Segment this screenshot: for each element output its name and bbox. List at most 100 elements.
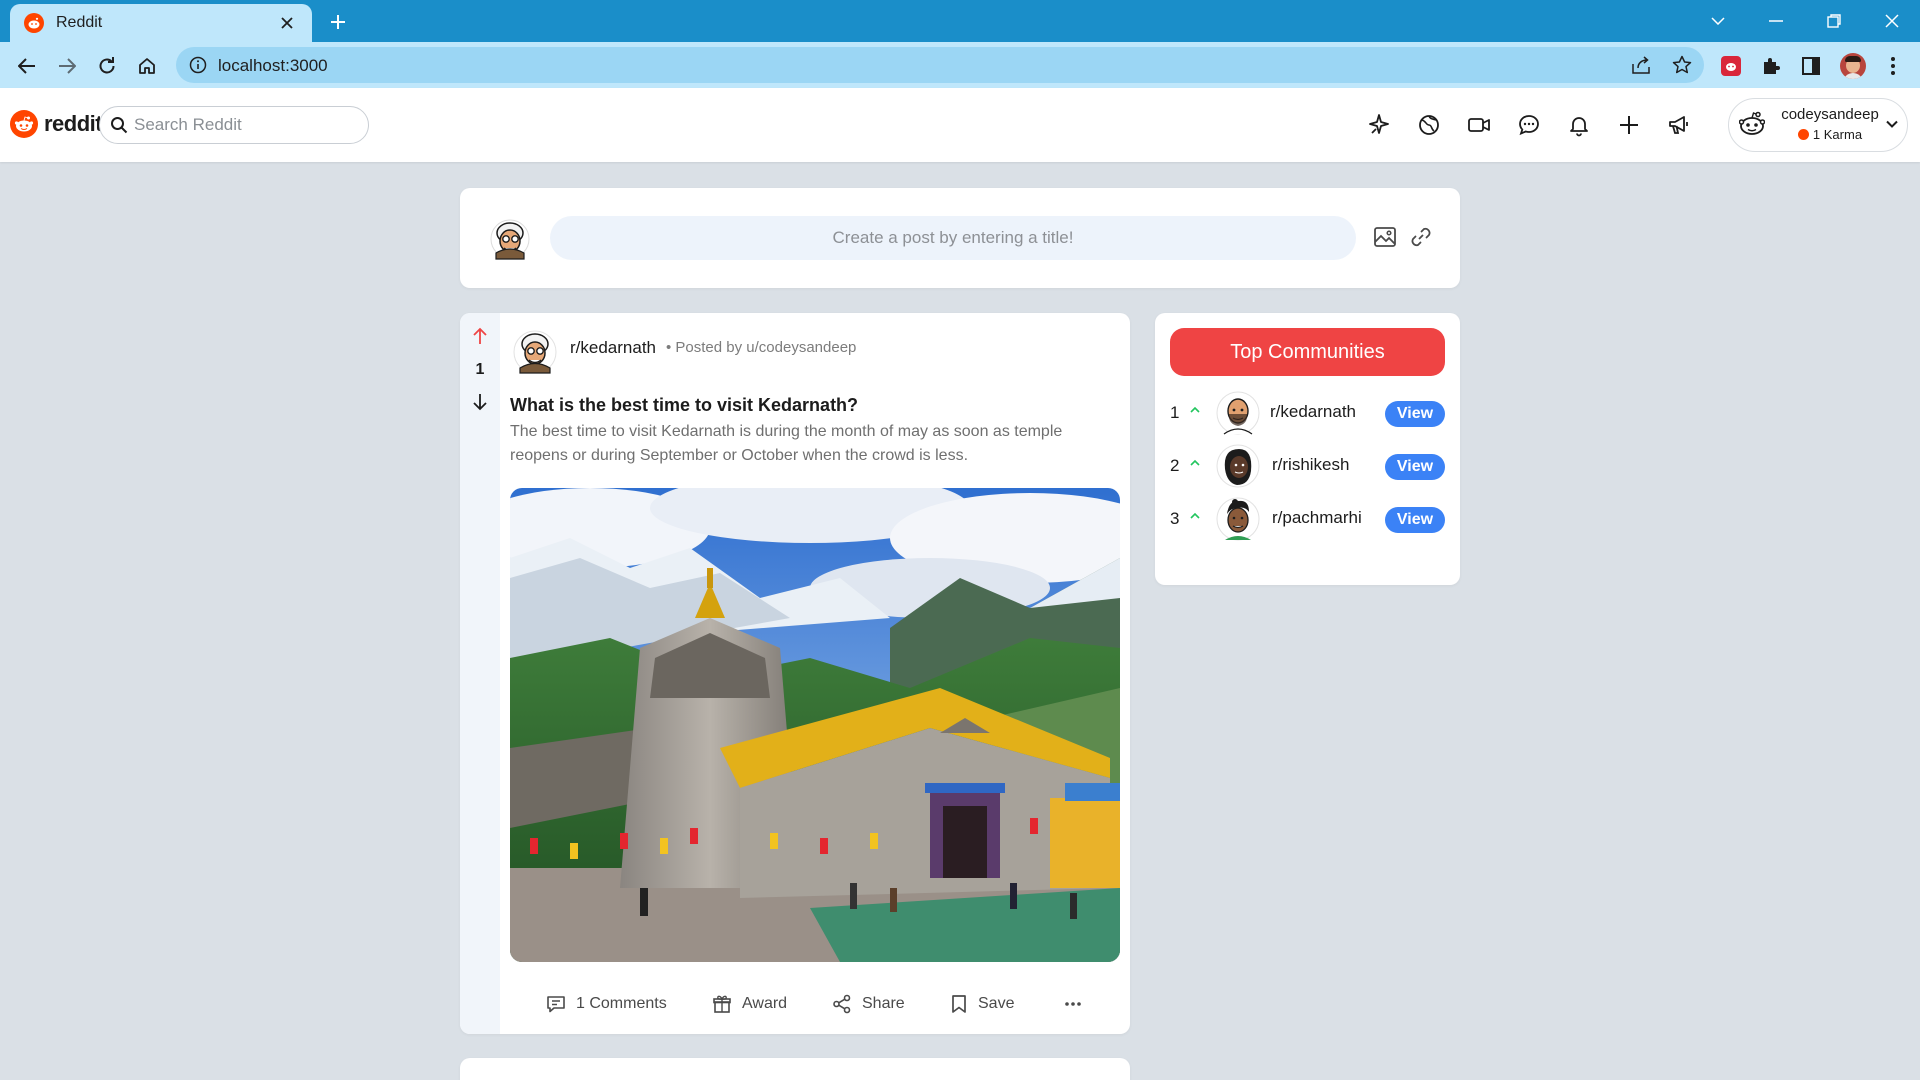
address-bar[interactable]: localhost:3000 — [176, 47, 1704, 83]
back-icon — [18, 58, 35, 74]
restore-button[interactable] — [1818, 6, 1850, 36]
chevron-up-icon — [1190, 406, 1200, 413]
more-options-button[interactable] — [1064, 983, 1092, 1025]
post-actions: 1 Comments Award Share Save — [500, 983, 1130, 1025]
reload-icon — [99, 57, 115, 74]
user-menu[interactable]: codeysandeep 1 Karma — [1728, 98, 1908, 152]
chevron-up-icon — [1190, 459, 1200, 466]
award-label: Award — [742, 995, 788, 1012]
vote-count: 1 — [475, 361, 485, 378]
vote-bar: 1 — [460, 313, 500, 1034]
chat-button[interactable] — [1514, 110, 1544, 140]
view-community-button[interactable]: View — [1385, 507, 1445, 533]
minimize-button[interactable] — [1760, 6, 1792, 36]
community-row[interactable]: 3 r/pachmarhi View — [1155, 494, 1460, 544]
browser-menu-button[interactable] — [1878, 51, 1908, 81]
snoo-avatar-icon — [1739, 111, 1765, 135]
new-tab-button[interactable] — [326, 10, 350, 34]
search-box[interactable] — [99, 106, 369, 144]
notifications-button[interactable] — [1564, 110, 1594, 140]
award-button[interactable]: Award — [712, 983, 787, 1025]
arrow-up-icon — [473, 327, 487, 344]
downvote-button[interactable] — [469, 391, 491, 413]
close-window-button[interactable] — [1876, 6, 1908, 36]
close-icon[interactable] — [276, 12, 298, 34]
upvote-button[interactable] — [469, 325, 491, 347]
reddit-favicon — [24, 13, 44, 33]
video-icon — [1468, 118, 1490, 132]
karma-icon — [1797, 129, 1809, 140]
extension-icon — [1721, 56, 1741, 76]
community-name[interactable]: r/pachmarhi — [1272, 508, 1362, 528]
plus-icon — [1620, 116, 1638, 134]
forward-icon — [59, 58, 76, 74]
comments-label: 1 Comments — [576, 995, 667, 1012]
advertise-button[interactable] — [1664, 110, 1694, 140]
megaphone-icon — [1669, 116, 1688, 134]
more-icon — [1065, 1002, 1081, 1006]
kebab-icon — [1891, 57, 1895, 75]
gift-icon — [713, 995, 731, 1013]
chevron-up-icon — [1190, 512, 1200, 519]
browser-tab[interactable]: Reddit — [10, 4, 312, 42]
share-button[interactable]: Share — [832, 983, 905, 1025]
bell-icon — [1570, 117, 1588, 137]
create-post-input[interactable] — [550, 216, 1356, 260]
save-button[interactable]: Save — [950, 983, 1014, 1025]
tab-search-button[interactable] — [1702, 6, 1734, 36]
sidepanel-icon — [1802, 57, 1820, 75]
add-link-button[interactable] — [1406, 222, 1436, 252]
community-row[interactable]: 1 r/kedarnath View — [1155, 388, 1460, 438]
url-text[interactable]: localhost:3000 — [218, 56, 328, 76]
share-page-button[interactable] — [1630, 53, 1654, 77]
popular-button[interactable] — [1364, 110, 1394, 140]
share-icon — [1632, 56, 1650, 74]
post-title[interactable]: What is the best time to visit Kedarnath… — [510, 395, 858, 416]
arrow-down-icon — [473, 394, 487, 411]
next-post-card — [460, 1058, 1130, 1080]
bookmark-button[interactable] — [1670, 53, 1694, 77]
reddit-logo[interactable]: reddit — [10, 110, 103, 138]
community-rank: 2 — [1170, 456, 1180, 475]
save-icon — [952, 995, 966, 1013]
extensions-menu-button[interactable] — [1756, 51, 1786, 81]
karma-text: 1 Karma — [1812, 127, 1863, 142]
comments-button[interactable]: 1 Comments — [546, 983, 667, 1025]
reload-button[interactable] — [92, 51, 122, 81]
username: codeysandeep — [1781, 106, 1879, 123]
video-button[interactable] — [1464, 110, 1494, 140]
minimize-icon — [1769, 20, 1783, 22]
post-body: The best time to visit Kedarnath is duri… — [510, 423, 1063, 464]
back-button[interactable] — [12, 51, 42, 81]
image-icon — [1374, 227, 1396, 247]
profile-button[interactable] — [1838, 51, 1868, 81]
post-card: 1 r/kedarnath • Posted by u/codeysandeep… — [460, 313, 1130, 1034]
avatar — [1215, 496, 1261, 542]
community-name[interactable]: r/kedarnath — [1270, 402, 1356, 422]
extension-button[interactable] — [1716, 51, 1746, 81]
community-rank: 1 — [1170, 403, 1180, 422]
home-icon — [139, 58, 155, 74]
explore-button[interactable] — [1414, 110, 1444, 140]
browser-tabstrip: Reddit — [0, 0, 1920, 42]
community-row[interactable]: 2 r/rishikesh View — [1155, 441, 1460, 491]
info-icon[interactable] — [188, 55, 208, 75]
post-image[interactable] — [510, 488, 1120, 962]
add-image-button[interactable] — [1370, 222, 1400, 252]
forward-button[interactable] — [52, 51, 82, 81]
browser-toolbar: localhost:3000 — [0, 42, 1920, 88]
search-input[interactable] — [134, 113, 358, 137]
link-icon — [1411, 227, 1431, 247]
chevron-down-icon — [1711, 17, 1725, 25]
post-author-meta: • Posted by u/codeysandeep — [666, 339, 857, 356]
top-communities-card: Top Communities 1 r/kedarnath View 2 r/r… — [1155, 313, 1460, 585]
avatar[interactable] — [512, 327, 558, 375]
home-button[interactable] — [132, 51, 162, 81]
create-post-button[interactable] — [1614, 110, 1644, 140]
community-name[interactable]: r/rishikesh — [1272, 455, 1349, 475]
side-panel-button[interactable] — [1796, 51, 1826, 81]
view-community-button[interactable]: View — [1385, 401, 1445, 427]
view-community-button[interactable]: View — [1385, 454, 1445, 480]
site-header: reddit codeysandeep 1 Karma — [0, 88, 1920, 162]
post-subreddit[interactable]: r/kedarnath — [570, 338, 656, 358]
